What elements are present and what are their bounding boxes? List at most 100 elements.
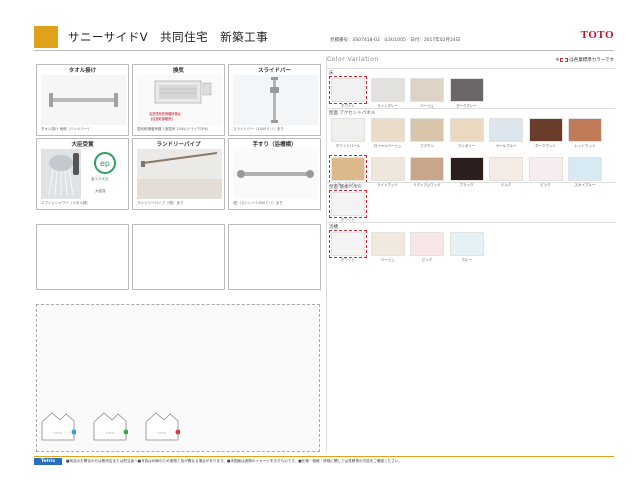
option-label: ランドリーパイプ	[156, 142, 201, 148]
section-divider	[327, 182, 615, 183]
standard-color-note: ※ は各業標準カラーです	[555, 57, 614, 63]
swatch-name: レッドウッド	[574, 144, 596, 148]
option-slide-bar: スライドバー スライドバー（1000ミリ）あり	[228, 64, 321, 136]
option-award-shower: 大臣受賞 ep 省エネ大賞 大臣賞 エアインシャワー（メタル調）	[36, 138, 129, 210]
section-title: 浴槽	[329, 225, 338, 230]
svg-text:TOTO: TOTO	[157, 431, 167, 435]
swatch-name: ピンク	[540, 183, 551, 187]
house-icon-green: TOTO	[92, 410, 129, 442]
swatch-name: ブラウン	[420, 144, 434, 148]
swatch-name: ペールブルー	[495, 144, 517, 148]
standard-color-note-text: は各業標準カラーです	[569, 58, 614, 63]
laundry-pipe-image	[137, 149, 222, 199]
option-caption: ランドリーパイプ（Ⅰ型）あり	[137, 201, 184, 205]
option-handrail: 手すり（浴槽横） I型（ストレート600ミリ）あり	[228, 138, 321, 210]
section-title: 壁面 アクセントパネル	[329, 111, 376, 116]
color-swatch[interactable]	[449, 157, 484, 181]
header: サニーサイドV 共同住宅 新築工事 見積番号：SS07418-02 ILSU10…	[34, 26, 614, 48]
swatch-name: ミディアムウッド	[413, 183, 441, 187]
footer-rule	[34, 456, 614, 457]
swatch-name: ベージュ	[380, 258, 395, 262]
shower-image: ep	[41, 149, 126, 199]
standard-color-note-prefix: ※	[555, 58, 560, 63]
option-laundry-pipe: ランドリーパイプ ランドリーパイプ（Ⅰ型）あり	[132, 138, 225, 210]
color-swatch[interactable]	[410, 118, 444, 142]
color-swatch[interactable]	[329, 76, 367, 104]
color-swatch[interactable]	[329, 155, 367, 183]
house-icon-red: TOTO	[144, 410, 181, 442]
option-label: 手すり（浴槽横）	[252, 142, 297, 148]
color-swatch[interactable]	[489, 118, 523, 142]
handrail-image	[233, 149, 318, 199]
color-swatch[interactable]	[331, 118, 365, 142]
award-text: 省エネ大賞	[91, 177, 109, 181]
option-caption: 換気乾燥暖房機 1室換気 100V(ドライTOPX)	[137, 127, 209, 131]
section-title: 床	[329, 71, 334, 76]
award-sub: 大臣賞	[95, 189, 106, 193]
dashed-box-icon	[560, 57, 569, 62]
towel-bar-image	[41, 75, 126, 125]
svg-text:ep: ep	[100, 159, 110, 168]
swatch-name: ミルク	[500, 183, 512, 187]
color-variation-title: Color Variation	[327, 56, 379, 63]
option-towel-bar: タオル掛け タオル掛け 両側（ハンドバー）	[36, 64, 129, 136]
page-title: サニーサイドV 共同住宅 新築工事	[68, 30, 269, 44]
ventilation-note-2: 【浴室乾燥暖房】	[149, 117, 175, 121]
estimate-meta: 見積番号：SS07418-02 ILSU1005 日付：2017年02月24日	[330, 38, 461, 43]
color-swatch[interactable]	[449, 232, 484, 256]
color-swatch[interactable]	[329, 190, 367, 218]
section-title: 壁面 基本パネル	[329, 185, 362, 190]
option-ventilation: 換気 浴室換気乾燥暖房機は 【浴室乾燥暖房】 換気乾燥暖房機 1室換気 100V…	[132, 64, 225, 136]
color-swatch[interactable]	[489, 157, 523, 181]
color-swatch[interactable]	[410, 232, 444, 256]
empty-option-slot	[36, 224, 129, 290]
color-swatch[interactable]	[329, 230, 367, 258]
section-divider	[327, 68, 615, 69]
option-caption: I型（ストレート600ミリ）あり	[233, 201, 283, 205]
footer-tag: Tetris	[34, 458, 62, 465]
option-label: スライドバー	[257, 68, 291, 74]
house-icons: TOTO TOTO TOTO	[40, 410, 200, 448]
section-divider	[327, 222, 615, 223]
option-label: 換気	[172, 68, 184, 74]
color-swatch[interactable]	[568, 157, 602, 181]
brand-logo: TOTO	[580, 29, 614, 41]
swatch-name: アイボリー	[457, 144, 476, 148]
swatch-name: ブルー	[461, 258, 472, 262]
option-caption: エアインシャワー（メタル調）	[41, 201, 90, 205]
color-variation-panel: Color Variation ※ は各業標準カラーです 床ホワイト ライトグレーベ…	[326, 56, 615, 452]
swatch-name: スカイブルー	[574, 183, 596, 187]
slide-bar-image	[233, 75, 318, 125]
swatch-name: ダークウッド	[535, 144, 556, 148]
option-caption: スライドバー（1000ミリ）あり	[233, 127, 284, 131]
color-swatch[interactable]	[449, 118, 484, 142]
color-swatch[interactable]	[370, 232, 405, 256]
option-label: 大臣受賞	[71, 142, 94, 148]
logo-box	[34, 26, 58, 48]
house-icon-blue: TOTO	[40, 410, 77, 442]
color-swatch[interactable]	[410, 78, 444, 102]
svg-text:TOTO: TOTO	[105, 431, 115, 435]
empty-option-slot	[132, 224, 225, 290]
color-swatch[interactable]	[568, 118, 602, 142]
color-swatch[interactable]	[528, 118, 563, 142]
option-label: タオル掛け	[68, 68, 97, 74]
color-swatch[interactable]	[370, 78, 405, 102]
option-caption: タオル掛け 両側（ハンドバー）	[41, 127, 92, 131]
section-divider	[327, 108, 615, 109]
swatch-name: ブラック	[459, 183, 474, 187]
swatch-name: ホワイト	[341, 258, 355, 262]
header-rule	[34, 50, 614, 51]
swatch-name: ロイヤルベージュ	[373, 144, 402, 148]
color-swatch[interactable]	[410, 157, 444, 181]
swatch-name: ライトウッド	[377, 183, 398, 187]
color-swatch[interactable]	[370, 157, 405, 181]
swatch-name: ピンク	[421, 258, 433, 262]
footer-disclaimer: ■商品のお問合わせは販売店または担当者へ■写真は印刷のため実物と色が異なる場合が…	[66, 459, 403, 463]
empty-option-slot	[228, 224, 321, 290]
color-swatch[interactable]	[370, 118, 405, 142]
color-swatch[interactable]	[449, 78, 484, 102]
swatch-name: ホワイトパール	[335, 144, 361, 148]
color-swatch[interactable]	[528, 157, 563, 181]
svg-text:TOTO: TOTO	[53, 431, 63, 435]
